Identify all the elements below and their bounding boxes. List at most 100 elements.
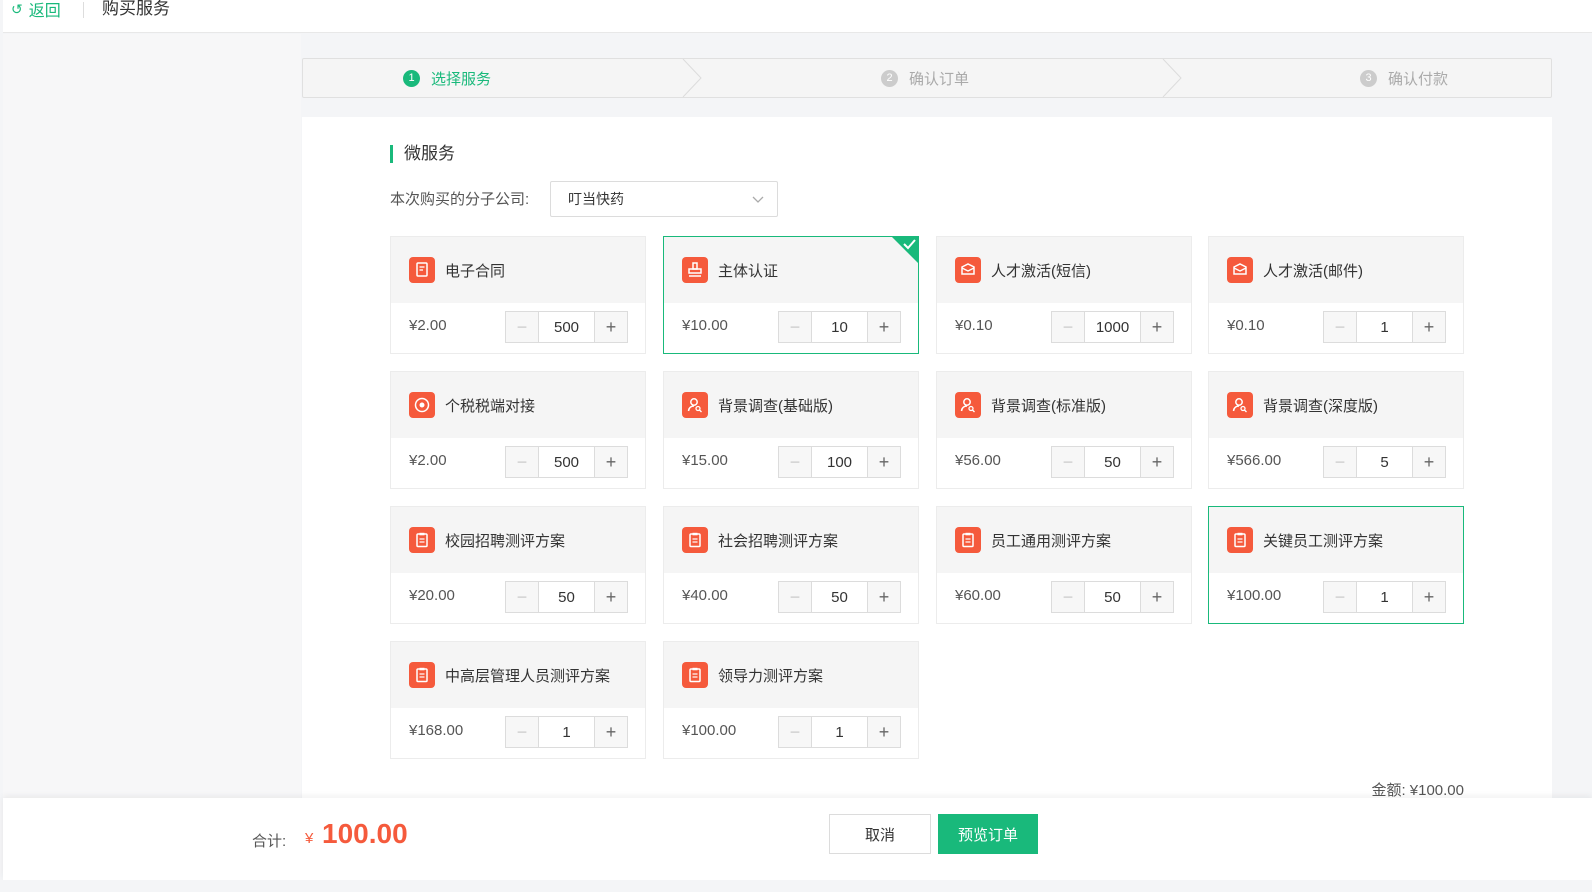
increment-button[interactable]: + (867, 582, 900, 612)
service-price: ¥0.10 (1227, 317, 1265, 334)
quantity-value[interactable]: 1 (1357, 582, 1412, 612)
quantity-stepper[interactable]: −50 + (505, 581, 628, 613)
quantity-stepper[interactable]: −50 + (1051, 446, 1174, 478)
cancel-button[interactable]: 取消 (829, 814, 931, 854)
increment-button[interactable]: + (594, 582, 627, 612)
service-card[interactable]: 校园招聘测评方案 ¥20.00 −50 + (390, 506, 646, 624)
quantity-stepper[interactable]: −500 + (505, 446, 628, 478)
decrement-button[interactable]: − (1052, 447, 1085, 477)
quantity-value[interactable]: 50 (1085, 582, 1140, 612)
quantity-value[interactable]: 50 (539, 582, 594, 612)
quantity-value[interactable]: 50 (1085, 447, 1140, 477)
quantity-value[interactable]: 1000 (1085, 312, 1140, 342)
service-price: ¥10.00 (682, 317, 728, 334)
service-card-body: ¥56.00 −50 + (937, 438, 1191, 488)
decrement-button[interactable]: − (506, 312, 539, 342)
decrement-button[interactable]: − (1324, 312, 1357, 342)
decrement-button[interactable]: − (779, 717, 812, 747)
quantity-stepper[interactable]: −1 + (1323, 311, 1446, 343)
increment-button[interactable]: + (1412, 582, 1445, 612)
preview-order-button[interactable]: 预览订单 (938, 814, 1038, 854)
step-confirm-order: 2 确认订单 (881, 59, 969, 97)
quantity-stepper[interactable]: −1 + (778, 716, 901, 748)
decrement-button[interactable]: − (779, 447, 812, 477)
quantity-value[interactable]: 500 (539, 312, 594, 342)
service-card-header: 领导力测评方案 (664, 642, 918, 708)
decrement-button[interactable]: − (506, 717, 539, 747)
service-card[interactable]: 背景调查(基础版) ¥15.00 −100 + (663, 371, 919, 489)
increment-button[interactable]: + (594, 312, 627, 342)
clipboard-icon (682, 527, 708, 553)
increment-button[interactable]: + (867, 447, 900, 477)
quantity-stepper[interactable]: −1000 + (1051, 311, 1174, 343)
quantity-stepper[interactable]: −5 + (1323, 446, 1446, 478)
quantity-value[interactable]: 1 (539, 717, 594, 747)
service-card[interactable]: 社会招聘测评方案 ¥40.00 −50 + (663, 506, 919, 624)
decrement-button[interactable]: − (506, 447, 539, 477)
quantity-stepper[interactable]: −100 + (778, 446, 901, 478)
quantity-stepper[interactable]: −10 + (778, 311, 901, 343)
decrement-button[interactable]: − (1052, 582, 1085, 612)
decrement-button[interactable]: − (1052, 312, 1085, 342)
quantity-value[interactable]: 1 (812, 717, 867, 747)
increment-button[interactable]: + (867, 312, 900, 342)
service-card[interactable]: 人才激活(邮件) ¥0.10 −1 + (1208, 236, 1464, 354)
service-card[interactable]: 电子合同 ¥2.00 −500 + (390, 236, 646, 354)
quantity-stepper[interactable]: −1 + (505, 716, 628, 748)
quantity-value[interactable]: 10 (812, 312, 867, 342)
person-search-icon (1227, 392, 1253, 418)
service-price: ¥566.00 (1227, 452, 1282, 469)
service-price: ¥2.00 (409, 317, 447, 334)
increment-button[interactable]: + (594, 717, 627, 747)
quantity-value[interactable]: 5 (1357, 447, 1412, 477)
service-card-body: ¥168.00 −1 + (391, 708, 645, 758)
service-price: ¥100.00 (682, 722, 737, 739)
step-number: 1 (403, 69, 420, 87)
quantity-stepper[interactable]: −50 + (1051, 581, 1174, 613)
clipboard-icon (682, 662, 708, 688)
person-search-icon (955, 392, 981, 418)
decrement-button[interactable]: − (506, 582, 539, 612)
quantity-value[interactable]: 50 (812, 582, 867, 612)
quantity-value[interactable]: 500 (539, 447, 594, 477)
quantity-stepper[interactable]: −50 + (778, 581, 901, 613)
quantity-stepper[interactable]: −500 + (505, 311, 628, 343)
service-card[interactable]: 中高层管理人员测评方案 ¥168.00 −1 + (390, 641, 646, 759)
service-card-header: 个税税端对接 (391, 372, 645, 438)
service-card[interactable]: 背景调查(标准版) ¥56.00 −50 + (936, 371, 1192, 489)
step-number: 3 (1360, 69, 1377, 87)
service-card[interactable]: 主体认证 ¥10.00 −10 + (663, 236, 919, 354)
quantity-value[interactable]: 1 (1357, 312, 1412, 342)
service-card-header: 背景调查(基础版) (664, 372, 918, 438)
increment-button[interactable]: + (1412, 312, 1445, 342)
service-name: 领导力测评方案 (718, 667, 824, 685)
step-confirm-payment: 3 确认付款 (1360, 59, 1448, 97)
service-card[interactable]: 领导力测评方案 ¥100.00 −1 + (663, 641, 919, 759)
service-name: 校园招聘测评方案 (445, 532, 566, 550)
company-select[interactable]: 叮当快药 (550, 181, 778, 217)
service-card-body: ¥2.00 −500 + (391, 303, 645, 353)
clipboard-icon (409, 662, 435, 688)
service-card[interactable]: 人才激活(短信) ¥0.10 −1000 + (936, 236, 1192, 354)
service-card[interactable]: 员工通用测评方案 ¥60.00 −50 + (936, 506, 1192, 624)
service-price: ¥168.00 (409, 722, 464, 739)
increment-button[interactable]: + (867, 717, 900, 747)
decrement-button[interactable]: − (1324, 582, 1357, 612)
service-card-body: ¥40.00 −50 + (664, 573, 918, 623)
increment-button[interactable]: + (1412, 447, 1445, 477)
increment-button[interactable]: + (1140, 582, 1173, 612)
quantity-stepper[interactable]: −1 + (1323, 581, 1446, 613)
increment-button[interactable]: + (1140, 447, 1173, 477)
back-button[interactable]: ↺ 返回 (11, 0, 61, 21)
quantity-value[interactable]: 100 (812, 447, 867, 477)
increment-button[interactable]: + (1140, 312, 1173, 342)
service-card[interactable]: 个税税端对接 ¥2.00 −500 + (390, 371, 646, 489)
service-name: 关键员工测评方案 (1263, 532, 1384, 550)
decrement-button[interactable]: − (1324, 447, 1357, 477)
increment-button[interactable]: + (594, 447, 627, 477)
decrement-button[interactable]: − (779, 582, 812, 612)
decrement-button[interactable]: − (779, 312, 812, 342)
service-card[interactable]: 背景调查(深度版) ¥566.00 −5 + (1208, 371, 1464, 489)
service-card[interactable]: 关键员工测评方案 ¥100.00 −1 + (1208, 506, 1464, 624)
service-name: 人才激活(短信) (991, 262, 1091, 280)
